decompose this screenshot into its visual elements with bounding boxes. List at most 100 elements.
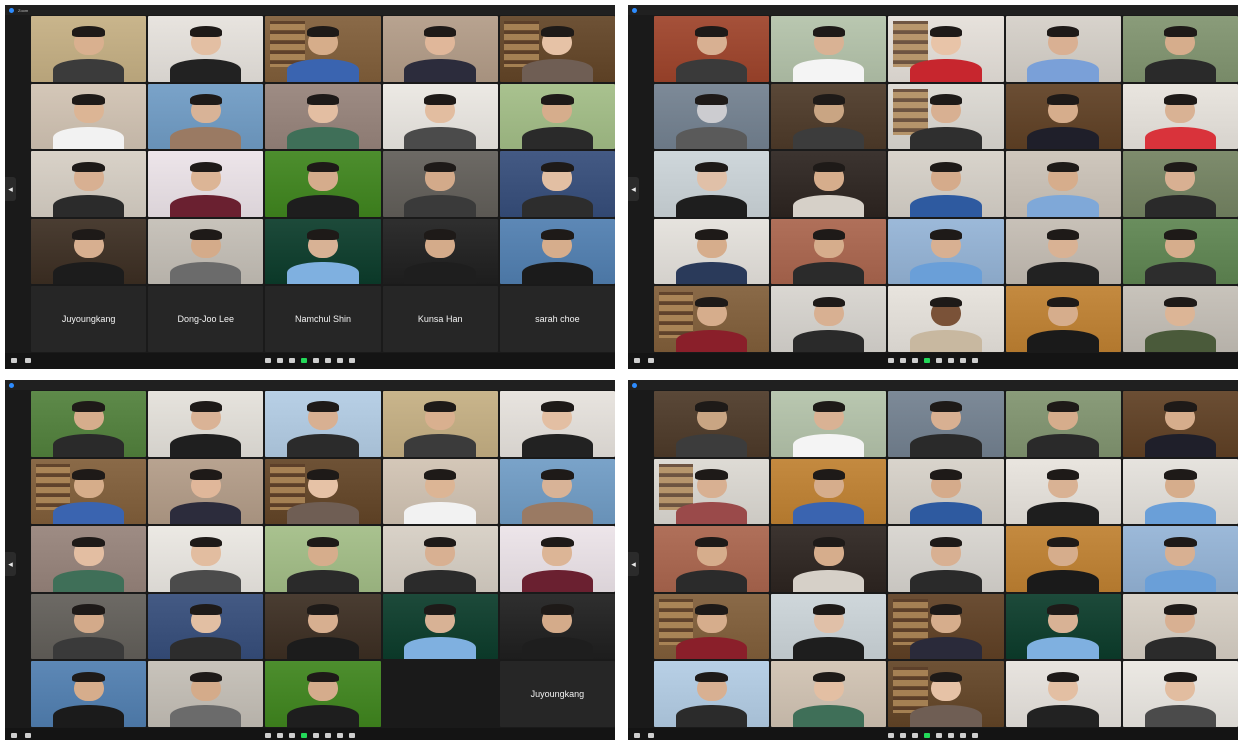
participant-video-tile[interactable] — [31, 16, 147, 82]
previous-page-arrow-icon[interactable]: ◂ — [5, 552, 16, 576]
participant-video-tile[interactable] — [888, 391, 1004, 457]
participant-video-tile[interactable] — [382, 218, 498, 285]
participant-video-tile[interactable] — [31, 661, 147, 727]
participant-video-tile[interactable] — [148, 593, 264, 660]
participant-video-tile[interactable] — [654, 286, 770, 352]
reactions-button[interactable] — [948, 358, 954, 364]
record-button[interactable] — [936, 358, 942, 364]
record-button[interactable] — [936, 733, 942, 739]
participant-video-tile[interactable] — [771, 151, 887, 217]
participant-video-tile[interactable] — [771, 526, 887, 592]
microphone-button[interactable] — [11, 733, 17, 739]
participant-tile-no-video[interactable]: Kunsa Han — [382, 286, 498, 352]
participant-video-tile[interactable] — [499, 391, 615, 457]
participant-video-tile[interactable] — [1005, 218, 1121, 285]
participant-video-tile[interactable] — [1005, 661, 1121, 727]
record-button[interactable] — [313, 733, 319, 739]
whiteboard-button[interactable] — [349, 358, 355, 364]
participant-video-tile[interactable] — [148, 661, 264, 727]
apps-button[interactable] — [337, 358, 343, 364]
participant-video-tile[interactable] — [654, 83, 770, 150]
participant-video-tile[interactable] — [1005, 391, 1121, 457]
participant-video-tile[interactable] — [499, 83, 615, 150]
participant-tile-no-video[interactable]: Juyoungkang — [31, 286, 147, 352]
participant-video-tile[interactable] — [148, 391, 264, 457]
participant-video-tile[interactable] — [1005, 593, 1121, 660]
participant-video-tile[interactable] — [265, 526, 381, 592]
participant-video-tile[interactable] — [654, 593, 770, 660]
participant-video-tile[interactable] — [1122, 16, 1238, 82]
participant-video-tile[interactable] — [382, 16, 498, 82]
whiteboard-button[interactable] — [972, 358, 978, 364]
apps-button[interactable] — [960, 358, 966, 364]
chat-button[interactable] — [289, 733, 295, 739]
previous-page-arrow-icon[interactable]: ◂ — [628, 177, 639, 201]
camera-button[interactable] — [648, 733, 654, 739]
participant-video-tile[interactable] — [654, 151, 770, 217]
participant-video-tile[interactable] — [888, 526, 1004, 592]
security-button[interactable] — [888, 733, 894, 739]
participant-video-tile[interactable] — [382, 151, 498, 217]
participant-video-tile[interactable] — [148, 218, 264, 285]
microphone-button[interactable] — [634, 358, 640, 364]
participant-video-tile[interactable] — [31, 391, 147, 457]
participant-video-tile[interactable] — [1122, 458, 1238, 525]
participant-video-tile[interactable] — [499, 526, 615, 592]
share-screen-button[interactable] — [924, 733, 930, 739]
apps-button[interactable] — [337, 733, 343, 739]
participant-video-tile[interactable] — [382, 391, 498, 457]
participant-video-tile[interactable] — [654, 218, 770, 285]
participant-video-tile[interactable] — [31, 458, 147, 525]
chat-button[interactable] — [912, 733, 918, 739]
participant-video-tile[interactable] — [148, 83, 264, 150]
participant-video-tile[interactable] — [31, 593, 147, 660]
camera-button[interactable] — [25, 733, 31, 739]
participant-video-tile[interactable] — [265, 83, 381, 150]
participant-video-tile[interactable] — [1005, 151, 1121, 217]
participant-video-tile[interactable] — [499, 458, 615, 525]
participant-video-tile[interactable] — [654, 526, 770, 592]
participant-video-tile[interactable] — [1005, 458, 1121, 525]
participant-video-tile[interactable] — [31, 151, 147, 217]
participants-button[interactable] — [900, 733, 906, 739]
participant-tile-no-video[interactable]: Namchul Shin — [265, 286, 381, 352]
participant-video-tile[interactable] — [1122, 526, 1238, 592]
participant-video-tile[interactable] — [265, 391, 381, 457]
participant-video-tile[interactable] — [654, 661, 770, 727]
participant-video-tile[interactable] — [265, 16, 381, 82]
participant-video-tile[interactable] — [31, 526, 147, 592]
chat-button[interactable] — [912, 358, 918, 364]
participant-video-tile[interactable] — [771, 458, 887, 525]
record-button[interactable] — [313, 358, 319, 364]
security-button[interactable] — [265, 733, 271, 739]
whiteboard-button[interactable] — [349, 733, 355, 739]
reactions-button[interactable] — [325, 358, 331, 364]
participant-tile-no-video[interactable]: Dong-Joo Lee — [148, 286, 264, 352]
participant-video-tile[interactable] — [499, 16, 615, 82]
previous-page-arrow-icon[interactable]: ◂ — [628, 552, 639, 576]
participants-button[interactable] — [277, 358, 283, 364]
participant-video-tile[interactable] — [148, 458, 264, 525]
participant-video-tile[interactable] — [148, 16, 264, 82]
share-screen-button[interactable] — [301, 733, 307, 739]
participant-video-tile[interactable] — [654, 16, 770, 82]
participant-video-tile[interactable] — [771, 661, 887, 727]
participant-video-tile[interactable] — [888, 661, 1004, 727]
apps-button[interactable] — [960, 733, 966, 739]
participant-video-tile[interactable] — [888, 286, 1004, 352]
participant-video-tile[interactable] — [382, 458, 498, 525]
participant-video-tile[interactable] — [499, 218, 615, 285]
participant-video-tile[interactable] — [1005, 526, 1121, 592]
microphone-button[interactable] — [11, 358, 17, 364]
participant-video-tile[interactable] — [1122, 286, 1238, 352]
participant-video-tile[interactable] — [265, 593, 381, 660]
participant-video-tile[interactable] — [499, 151, 615, 217]
reactions-button[interactable] — [948, 733, 954, 739]
share-screen-button[interactable] — [924, 358, 930, 364]
share-screen-button[interactable] — [301, 358, 307, 364]
participant-video-tile[interactable] — [265, 151, 381, 217]
camera-button[interactable] — [25, 358, 31, 364]
participant-video-tile[interactable] — [888, 16, 1004, 82]
participant-video-tile[interactable] — [265, 458, 381, 525]
participant-video-tile[interactable] — [1005, 16, 1121, 82]
